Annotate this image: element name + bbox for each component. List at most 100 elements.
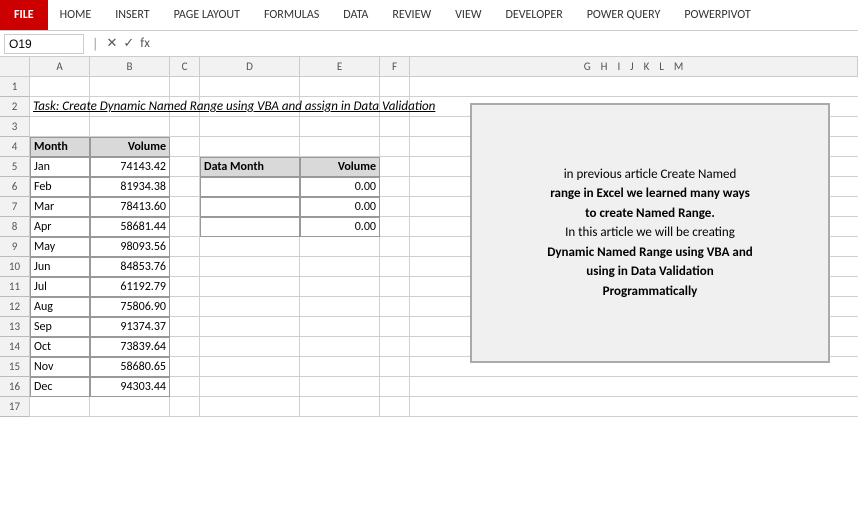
cell-c3[interactable]	[90, 117, 170, 137]
cell-f17[interactable]	[300, 397, 380, 417]
cell-b8[interactable]: Apr	[30, 217, 90, 237]
cell-rest17[interactable]	[410, 397, 858, 417]
cell-b2[interactable]: Task: Create Dynamic Named Range using V…	[30, 97, 90, 117]
cell-b16[interactable]: Dec	[30, 377, 90, 397]
ribbon-tab-page-layout[interactable]: PAGE LAYOUT	[162, 0, 252, 30]
cell-d14[interactable]	[170, 337, 200, 357]
cell-f4[interactable]	[300, 137, 380, 157]
cell-b1[interactable]	[30, 77, 90, 97]
ribbon-tab-powerpivot[interactable]: POWERPIVOT	[672, 0, 762, 30]
cell-e1[interactable]	[200, 77, 300, 97]
cell-g9[interactable]	[380, 237, 410, 257]
cell-g1[interactable]	[380, 77, 410, 97]
cell-d10[interactable]	[170, 257, 200, 277]
cell-e4[interactable]	[200, 137, 300, 157]
cell-f12[interactable]	[300, 297, 380, 317]
cell-g17[interactable]	[380, 397, 410, 417]
cell-d5[interactable]	[170, 157, 200, 177]
cell-c11[interactable]: 61192.79	[90, 277, 170, 297]
cell-c5[interactable]: 74143.42	[90, 157, 170, 177]
cell-b10[interactable]: Jun	[30, 257, 90, 277]
cell-f11[interactable]	[300, 277, 380, 297]
cell-e5[interactable]: Data Month	[200, 157, 300, 177]
cell-c10[interactable]: 84853.76	[90, 257, 170, 277]
cell-d17[interactable]	[170, 397, 200, 417]
cell-f7[interactable]: 0.00	[300, 197, 380, 217]
cell-rest1[interactable]	[410, 77, 858, 97]
ribbon-tab-formulas[interactable]: FORMULAS	[252, 0, 331, 30]
cell-c6[interactable]: 81934.38	[90, 177, 170, 197]
cell-f15[interactable]	[300, 357, 380, 377]
cell-f9[interactable]	[300, 237, 380, 257]
name-box[interactable]	[4, 34, 84, 54]
fx-icon[interactable]: fx	[140, 36, 150, 51]
cell-f5[interactable]: Volume	[300, 157, 380, 177]
cell-e13[interactable]	[200, 317, 300, 337]
cell-b4[interactable]: Month	[30, 137, 90, 157]
cell-g5[interactable]	[380, 157, 410, 177]
ribbon-tab-home[interactable]: HOME	[48, 0, 104, 30]
cell-d16[interactable]	[170, 377, 200, 397]
cell-e10[interactable]	[200, 257, 300, 277]
cell-f6[interactable]: 0.00	[300, 177, 380, 197]
cell-e6[interactable]	[200, 177, 300, 197]
cell-g4[interactable]	[380, 137, 410, 157]
cell-g14[interactable]	[380, 337, 410, 357]
cell-rest16[interactable]	[410, 377, 858, 397]
cell-g7[interactable]	[380, 197, 410, 217]
cell-d1[interactable]	[170, 77, 200, 97]
cell-f3[interactable]	[300, 117, 380, 137]
cell-e8[interactable]	[200, 217, 300, 237]
cell-c14[interactable]: 73839.64	[90, 337, 170, 357]
cell-e11[interactable]	[200, 277, 300, 297]
cell-d4[interactable]	[170, 137, 200, 157]
cell-b17[interactable]	[30, 397, 90, 417]
cell-c7[interactable]: 78413.60	[90, 197, 170, 217]
cell-f14[interactable]	[300, 337, 380, 357]
cell-b9[interactable]: May	[30, 237, 90, 257]
cell-g16[interactable]	[380, 377, 410, 397]
cell-g10[interactable]	[380, 257, 410, 277]
cell-d7[interactable]	[170, 197, 200, 217]
cell-d11[interactable]	[170, 277, 200, 297]
cell-d15[interactable]	[170, 357, 200, 377]
cell-b14[interactable]: Oct	[30, 337, 90, 357]
cell-g6[interactable]	[380, 177, 410, 197]
cell-c15[interactable]: 58680.65	[90, 357, 170, 377]
cell-f10[interactable]	[300, 257, 380, 277]
cell-b3[interactable]	[30, 117, 90, 137]
cell-e16[interactable]	[200, 377, 300, 397]
cell-e9[interactable]	[200, 237, 300, 257]
cell-b12[interactable]: Aug	[30, 297, 90, 317]
cell-d3[interactable]	[170, 117, 200, 137]
cell-b11[interactable]: Jul	[30, 277, 90, 297]
cancel-icon[interactable]: ✕	[106, 36, 117, 51]
ribbon-tab-developer[interactable]: DEVELOPER	[494, 0, 575, 30]
cell-c17[interactable]	[90, 397, 170, 417]
cell-c9[interactable]: 98093.56	[90, 237, 170, 257]
cell-e15[interactable]	[200, 357, 300, 377]
cell-e7[interactable]	[200, 197, 300, 217]
cell-f8[interactable]: 0.00	[300, 217, 380, 237]
cell-e17[interactable]	[200, 397, 300, 417]
cell-g13[interactable]	[380, 317, 410, 337]
cell-e12[interactable]	[200, 297, 300, 317]
cell-e14[interactable]	[200, 337, 300, 357]
cell-g12[interactable]	[380, 297, 410, 317]
confirm-icon[interactable]: ✓	[123, 36, 134, 51]
cell-c1[interactable]	[90, 77, 170, 97]
cell-c12[interactable]: 75806.90	[90, 297, 170, 317]
cell-f13[interactable]	[300, 317, 380, 337]
cell-d6[interactable]	[170, 177, 200, 197]
cell-e3[interactable]	[200, 117, 300, 137]
cell-b5[interactable]: Jan	[30, 157, 90, 177]
ribbon-tab-insert[interactable]: INSERT	[103, 0, 161, 30]
formula-input[interactable]	[154, 36, 854, 52]
cell-g8[interactable]	[380, 217, 410, 237]
cell-b7[interactable]: Mar	[30, 197, 90, 217]
cell-d12[interactable]	[170, 297, 200, 317]
cell-c16[interactable]: 94303.44	[90, 377, 170, 397]
ribbon-tab-review[interactable]: REVIEW	[380, 0, 443, 30]
cell-f1[interactable]	[300, 77, 380, 97]
ribbon-tab-view[interactable]: VIEW	[443, 0, 493, 30]
